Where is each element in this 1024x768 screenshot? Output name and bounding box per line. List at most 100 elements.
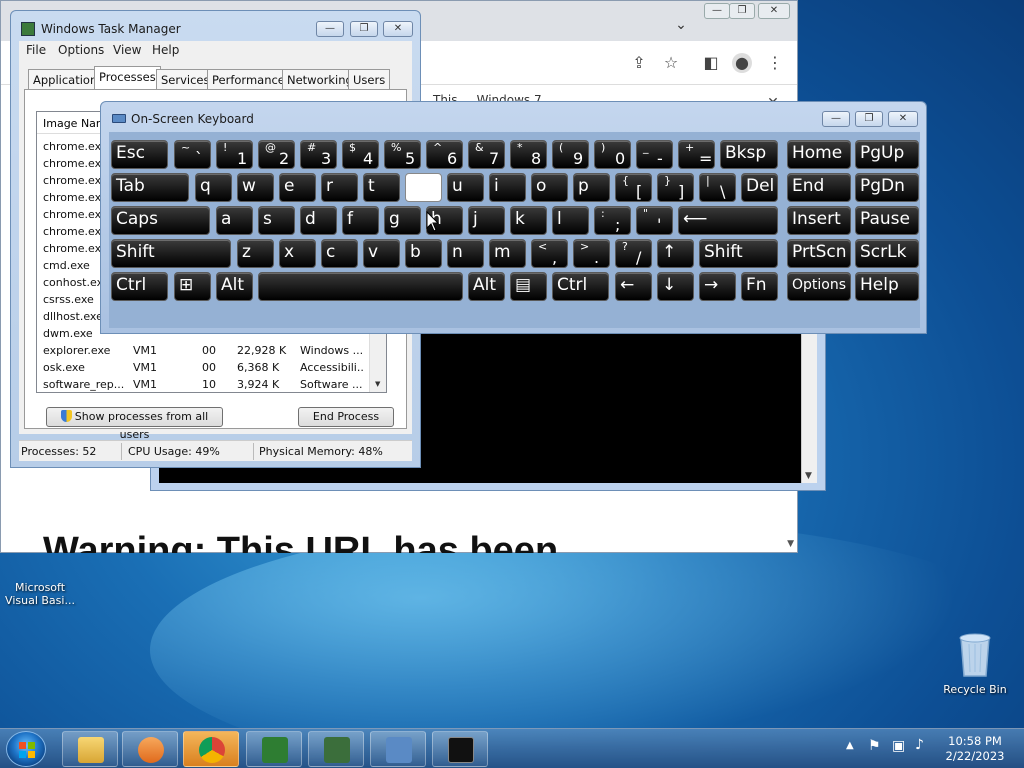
desktop-icon-visual-basic[interactable]: Microsoft Visual Basi... [0,555,80,607]
key-shift[interactable]: Shift [111,239,231,268]
key-pgdn[interactable]: PgDn [855,173,919,202]
key-home[interactable]: Home [787,140,851,169]
browser-close-button[interactable]: ✕ [758,3,790,19]
taskbar-explorer[interactable] [62,731,118,767]
osk-maximize-button[interactable]: ❐ [855,111,883,127]
key-{[[interactable]: {[ [615,173,652,202]
key-p[interactable]: p [573,173,610,202]
show-all-processes-button[interactable]: Show processes from all users [46,407,223,441]
key-i[interactable]: i [489,173,526,202]
taskbar-command-prompt[interactable] [432,731,488,767]
key-<,[interactable]: <, [531,239,568,268]
key-!1[interactable]: ! 1 [216,140,253,169]
console-scrollbar[interactable]: ▼ [801,331,817,483]
key-prtscn[interactable]: PrtScn [787,239,851,268]
key-space[interactable] [258,272,463,301]
key-v[interactable]: v [363,239,400,268]
show-hidden-icons-icon[interactable]: ▲ [846,740,854,751]
menu-file[interactable]: File [26,43,46,57]
process-row[interactable]: explorer.exe VM1 00 22,928 K Windows ... [37,343,386,360]
task-manager-maximize-button[interactable]: ❐ [350,21,378,37]
browser-maximize-button[interactable]: ❐ [729,3,755,19]
tab-search-button[interactable]: ⌄ [668,18,694,34]
key-▤[interactable]: ▤ [510,272,547,301]
key-f[interactable]: f [342,206,379,235]
key-a[interactable]: a [216,206,253,235]
key-m[interactable]: m [489,239,526,268]
key-d[interactable]: d [300,206,337,235]
tab-performance[interactable]: Performance [207,69,290,89]
taskbar-csharp-project[interactable] [246,731,302,767]
key-del[interactable]: Del [741,173,778,202]
on-screen-keyboard-window[interactable]: On-Screen Keyboard — ❐ ✕ Esc ~ `! 1 @2 #3 $4% 5… [100,101,927,334]
volume-icon[interactable]: ♪ [915,737,924,753]
key-⟵[interactable]: ⟵ [678,206,778,235]
taskbar-clock[interactable]: 10:58 PM 2/22/2023 [940,734,1010,764]
key-alt[interactable]: Alt [468,272,505,301]
key-scrlk[interactable]: ScrLk [855,239,919,268]
key-pause[interactable]: Pause [855,206,919,235]
key-r[interactable]: r [321,173,358,202]
tab-users[interactable]: Users [348,69,391,89]
key-"'[interactable]: " ' [636,206,673,235]
menu-help[interactable]: Help [152,43,179,57]
key-←[interactable]: ← [615,272,652,301]
key-^6[interactable]: ^ 6 [426,140,463,169]
kebab-menu-icon[interactable]: ⋮ [765,53,785,73]
network-icon[interactable]: ▣ [892,738,905,754]
key-w[interactable]: w [237,173,274,202]
key-s[interactable]: s [258,206,295,235]
tab-networking[interactable]: Networking [282,69,358,89]
key-fn[interactable]: Fn [741,272,778,301]
key-↑[interactable]: ↑ [657,239,694,268]
key-z[interactable]: z [237,239,274,268]
key-g[interactable]: g [384,206,421,235]
key-caps[interactable]: Caps [111,206,210,235]
key-%5[interactable]: % 5 [384,140,421,169]
task-manager-minimize-button[interactable]: — [316,21,344,37]
key-l[interactable]: l [552,206,589,235]
end-process-button[interactable]: End Process [298,407,394,427]
key-end[interactable]: End [787,173,851,202]
key-+=[interactable]: + = [678,140,715,169]
key-&7[interactable]: & 7 [468,140,505,169]
profile-icon[interactable]: ● [732,53,752,73]
key-insert[interactable]: Insert [787,206,851,235]
key-$4[interactable]: $4 [342,140,379,169]
key-bksp[interactable]: Bksp [720,140,778,169]
key-)0[interactable]: ) 0 [594,140,631,169]
browser-minimize-button[interactable]: — [704,3,730,19]
key-pgup[interactable]: PgUp [855,140,919,169]
key-|\[interactable]: | \ [699,173,736,202]
key-y[interactable] [405,173,442,202]
action-center-icon[interactable]: ⚑ [868,738,881,754]
key-@2[interactable]: @2 [258,140,295,169]
share-icon[interactable]: ⇪ [629,53,649,73]
key-:;[interactable]: :; [594,206,631,235]
tab-services[interactable]: Services [156,69,215,89]
key-u[interactable]: u [447,173,484,202]
taskbar-task-manager[interactable] [308,731,364,767]
key-j[interactable]: j [468,206,505,235]
osk-minimize-button[interactable]: — [822,111,850,127]
key-#3[interactable]: #3 [300,140,337,169]
task-manager-close-button[interactable]: ✕ [383,21,413,37]
scroll-down-arrow[interactable]: ▼ [787,539,794,549]
key-alt[interactable]: Alt [216,272,253,301]
key-o[interactable]: o [531,173,568,202]
key-n[interactable]: n [447,239,484,268]
star-icon[interactable]: ☆ [661,53,681,73]
key-tab[interactable]: Tab [111,173,189,202]
key-t[interactable]: t [363,173,400,202]
taskbar-on-screen-keyboard[interactable] [370,731,426,767]
key-ctrl[interactable]: Ctrl [552,272,609,301]
key-~`[interactable]: ~ ` [174,140,211,169]
desktop-icon-recycle-bin[interactable]: Recycle Bin [935,630,1015,696]
key-(9[interactable]: (9 [552,140,589,169]
process-row[interactable]: osk.exe VM1 00 6,368 K Accessibili... [37,360,386,377]
key-⊞[interactable]: ⊞ [174,272,211,301]
start-button[interactable] [6,731,46,767]
key-↓[interactable]: ↓ [657,272,694,301]
key-*8[interactable]: * 8 [510,140,547,169]
osk-close-button[interactable]: ✕ [888,111,918,127]
